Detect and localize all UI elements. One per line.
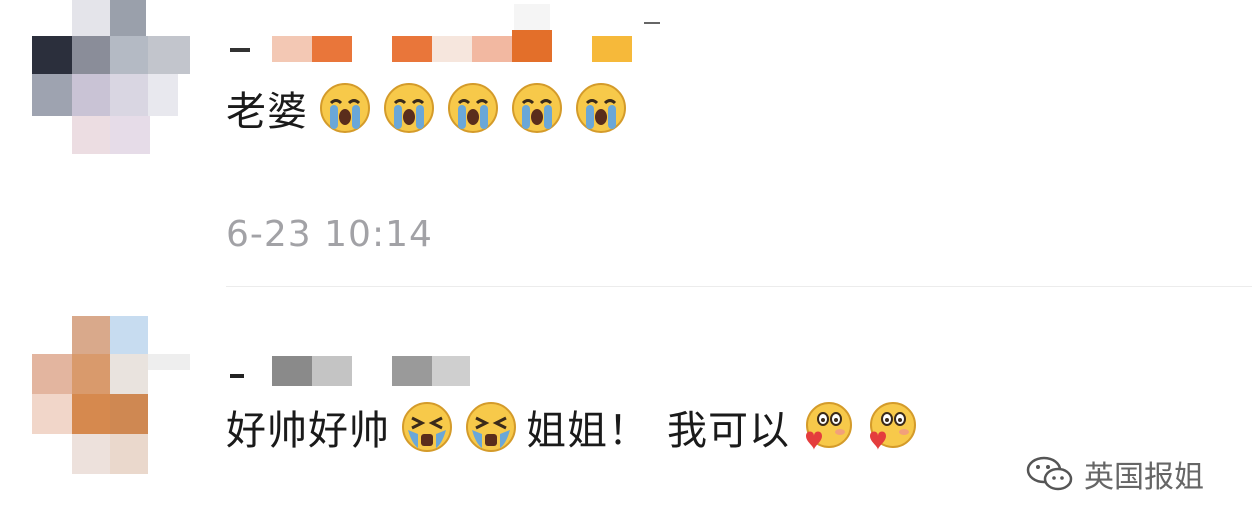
blushing-heart-face-icon bbox=[800, 400, 854, 454]
loudly-crying-face-icon bbox=[446, 81, 500, 135]
loudly-crying-face-icon bbox=[510, 81, 564, 135]
comment-timestamp: 6-23 10:14 bbox=[226, 214, 433, 255]
comment-text: 姐姐！ bbox=[526, 408, 649, 454]
comment-content: 老婆 bbox=[226, 78, 628, 138]
avatar[interactable] bbox=[32, 316, 192, 476]
tearful-squint-face-icon bbox=[400, 400, 454, 454]
wechat-icon bbox=[1024, 454, 1078, 494]
blushing-heart-face-icon bbox=[864, 400, 918, 454]
comment-item: 老婆 6-23 10:14 bbox=[0, 0, 1252, 290]
comment-text: 好帅好帅 bbox=[226, 408, 390, 454]
watermark-text: 英国报姐 bbox=[1084, 460, 1204, 495]
username-mosaic[interactable] bbox=[224, 356, 484, 386]
comment-content: 好帅好帅 姐姐！ 我可以 bbox=[226, 397, 918, 457]
divider bbox=[226, 286, 1252, 287]
comment-text: 我可以 bbox=[667, 408, 790, 454]
tearful-squint-face-icon bbox=[464, 400, 518, 454]
avatar[interactable] bbox=[32, 0, 192, 155]
loudly-crying-face-icon bbox=[382, 81, 436, 135]
loudly-crying-face-icon bbox=[318, 81, 372, 135]
username-mosaic[interactable] bbox=[224, 4, 664, 62]
comment-text: 老婆 bbox=[226, 89, 308, 135]
watermark: 英国报姐 bbox=[1024, 452, 1204, 496]
loudly-crying-face-icon bbox=[574, 81, 628, 135]
